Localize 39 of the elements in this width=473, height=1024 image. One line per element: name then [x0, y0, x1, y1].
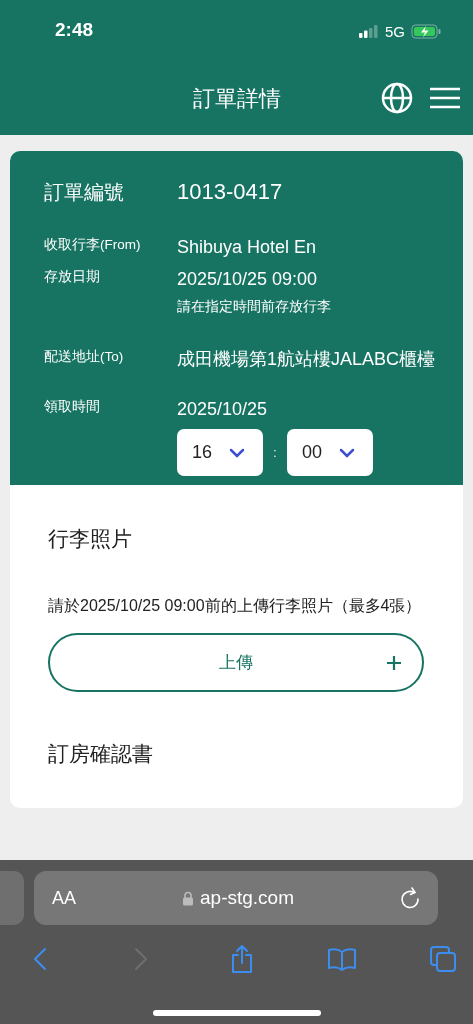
tabs-icon [429, 945, 457, 973]
address-bar[interactable]: AA ap-stg.com [34, 871, 438, 925]
minute-select[interactable]: 00 [287, 429, 373, 476]
share-icon [229, 944, 254, 974]
previous-tab[interactable] [0, 871, 24, 925]
back-icon [33, 947, 47, 971]
field-value: Shibuya Hotel En [177, 236, 318, 259]
field-value: 成田機場第1航站樓JALABC櫃檯 [177, 348, 437, 371]
battery-charging-icon [411, 23, 441, 39]
field-value: 2025/10/25 [177, 398, 269, 421]
time-separator: : [272, 445, 278, 460]
upload-instructions: 請於2025/10/25 09:00前的上傳行李照片（最多4張） [48, 596, 423, 616]
chevron-down-icon [229, 447, 245, 458]
page-title: 訂單詳情 [192, 84, 281, 113]
field-note: 請在指定時間前存放行李 [177, 298, 331, 316]
forward-icon [133, 947, 148, 971]
field-label: 配送地址(To) [44, 348, 125, 366]
field-value: 2025/10/25 09:00 [177, 268, 318, 291]
upload-button[interactable]: 上傳 [48, 633, 424, 692]
order-number: 1013-0417 [177, 178, 284, 206]
field-label: 訂單編號 [44, 180, 125, 205]
section-title: 行李照片 [48, 526, 133, 552]
chevron-down-icon [339, 447, 355, 458]
hour-select[interactable]: 16 [177, 429, 263, 476]
status-time: 2:48 [55, 19, 94, 41]
network-label: 5G [385, 22, 405, 40]
reload-icon[interactable] [400, 887, 420, 909]
field-label: 存放日期 [44, 268, 101, 286]
plus-icon [386, 655, 402, 671]
text-size-button[interactable]: AA [52, 887, 76, 909]
field-label: 領取時間 [44, 398, 101, 416]
book-icon [327, 947, 358, 971]
globe-icon[interactable] [381, 82, 413, 114]
menu-icon[interactable] [429, 87, 461, 109]
lock-icon [182, 890, 194, 906]
url-text: ap-stg.com [200, 887, 294, 909]
signal-icon [359, 24, 379, 38]
field-label: 收取行李(From) [44, 236, 142, 254]
section-title: 訂房確認書 [48, 741, 154, 767]
